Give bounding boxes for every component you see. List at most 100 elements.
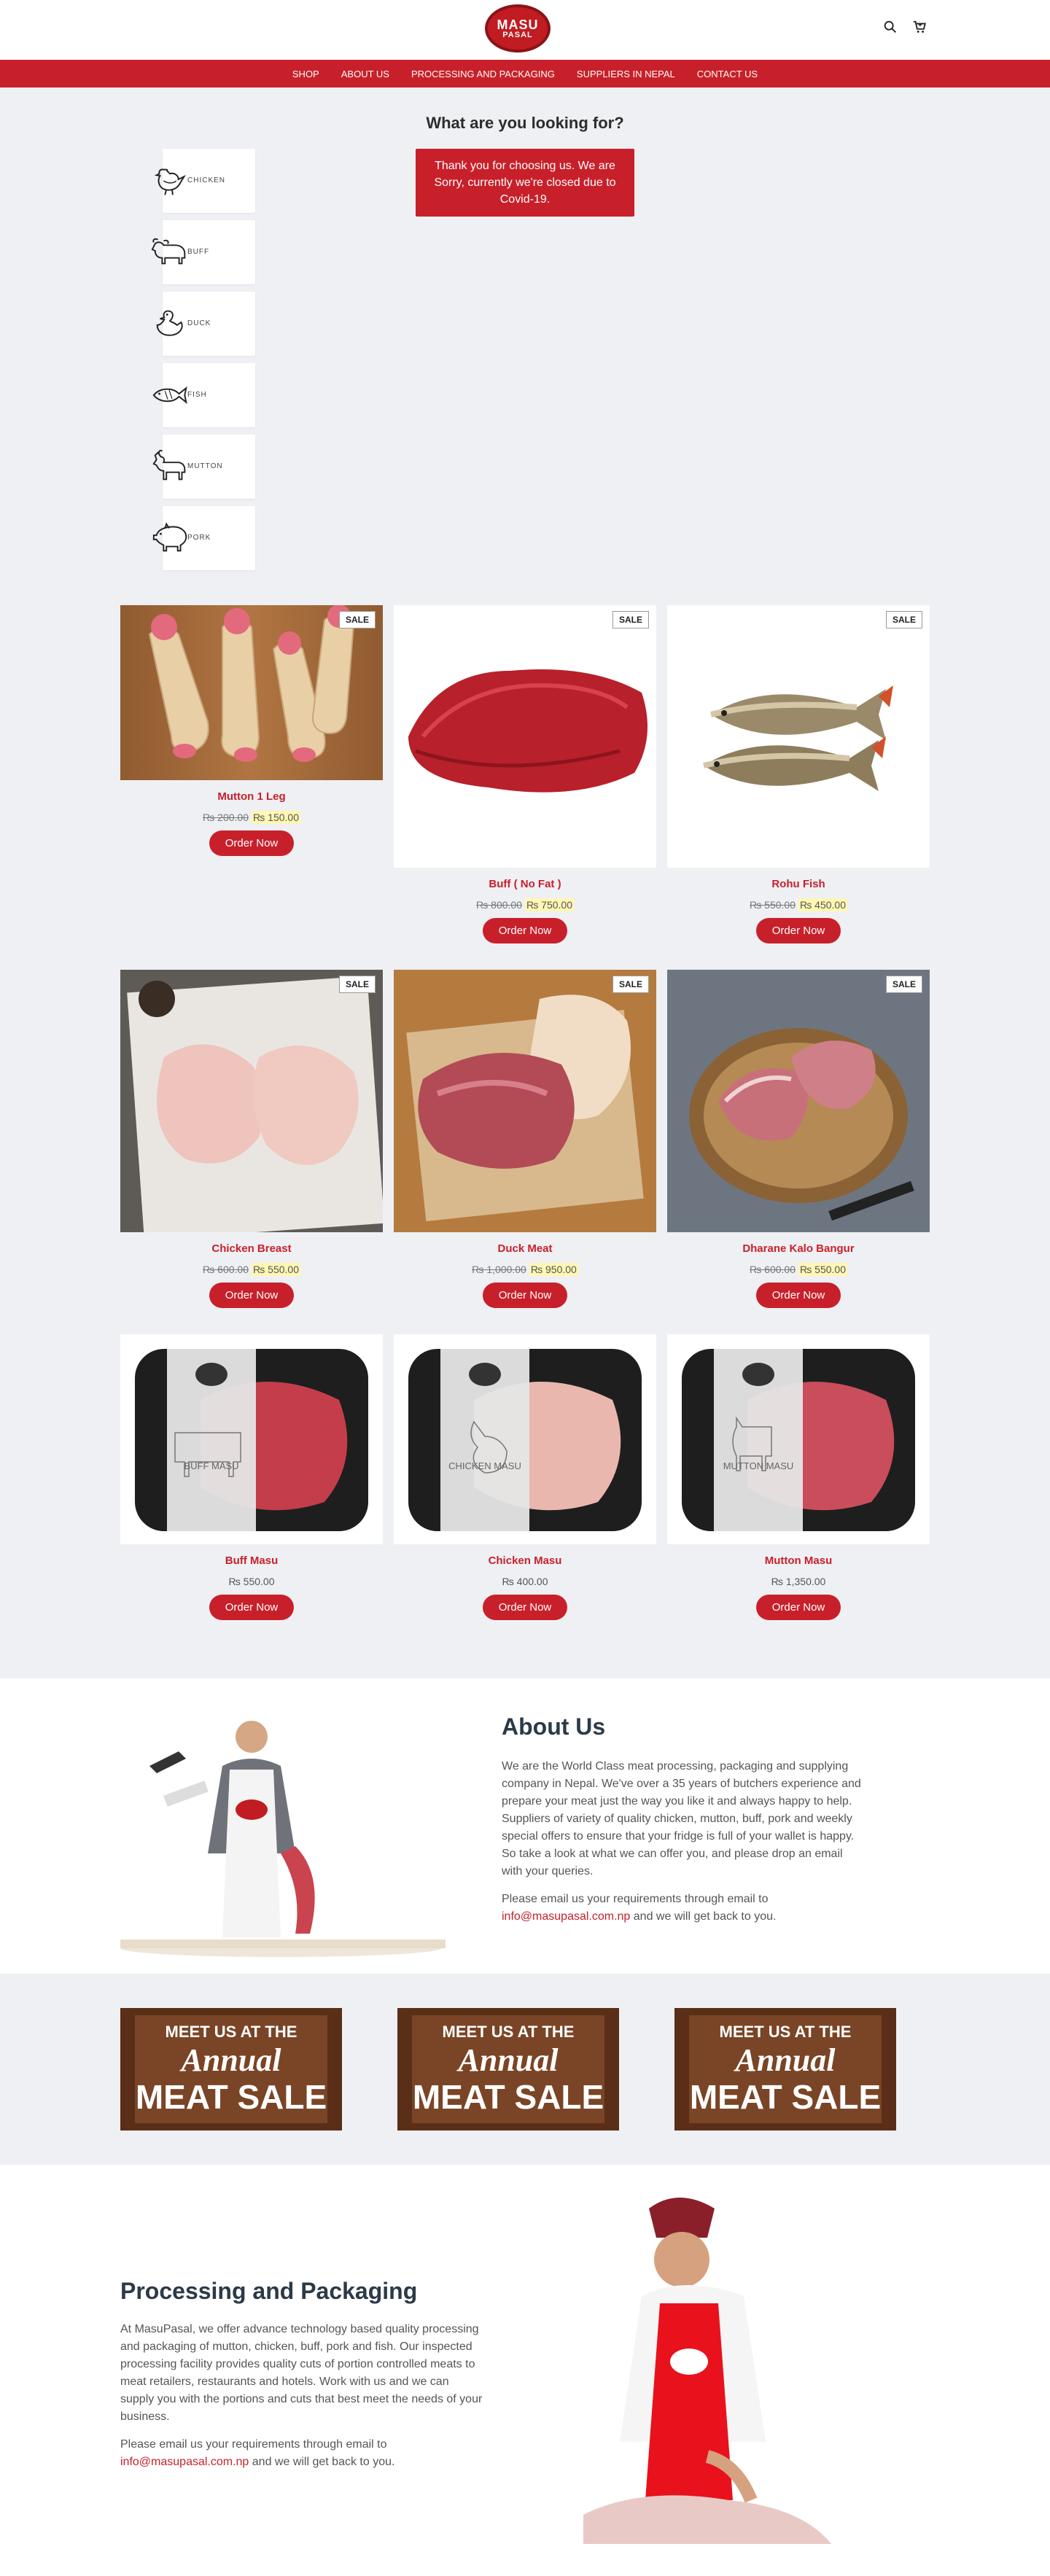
banner-line3: MEAT SALE bbox=[413, 2078, 604, 2116]
processing-email-outro: and we will get back to you. bbox=[252, 2456, 395, 2468]
pig-icon bbox=[152, 522, 187, 552]
order-now-button[interactable]: Order Now bbox=[755, 1595, 841, 1620]
sale-price: ₨ 550.00 bbox=[798, 1263, 848, 1276]
sale-badge: SALE bbox=[338, 611, 376, 629]
pack-label: MUTTON MASU bbox=[723, 1460, 794, 1471]
product-price-value: ₨ 550.00 bbox=[228, 1576, 275, 1587]
fish-icon bbox=[152, 386, 187, 405]
order-now-button[interactable]: Order Now bbox=[482, 1595, 568, 1620]
meat-sale-banner[interactable]: MEET US AT THE Annual MEAT SALE bbox=[120, 2008, 342, 2131]
category-mutton[interactable]: MUTTON bbox=[152, 435, 255, 499]
product-name[interactable]: Duck Meat bbox=[394, 1242, 656, 1255]
product-price-value: ₨ 400.00 bbox=[502, 1576, 548, 1587]
product-name[interactable]: Buff Masu bbox=[120, 1554, 383, 1567]
product-card: SALE Rohu Fish ₨ 550.00 ₨ 450.00 Order No… bbox=[667, 605, 930, 943]
nav-processing-packaging[interactable]: PROCESSING AND PACKAGING bbox=[411, 69, 555, 79]
order-now-button[interactable]: Order Now bbox=[209, 830, 295, 856]
product-name[interactable]: Mutton 1 Leg bbox=[120, 790, 383, 803]
butcher-photo bbox=[540, 2194, 860, 2559]
category-label: CHICKEN bbox=[187, 176, 226, 184]
site-header: MASU PASAL bbox=[0, 0, 1050, 60]
nav-about-us[interactable]: ABOUT US bbox=[341, 69, 389, 79]
product-image[interactable]: SALE bbox=[394, 970, 656, 1232]
buffalo-icon bbox=[151, 238, 186, 265]
processing-email-intro: Please email us your requirements throug… bbox=[120, 2438, 387, 2451]
product-image[interactable]: CHICKEN MASU bbox=[394, 1334, 656, 1544]
banner-line1: MEET US AT THE bbox=[166, 2023, 298, 2041]
meat-sale-banner[interactable]: MEET US AT THE Annual MEAT SALE bbox=[397, 2008, 619, 2131]
product-image[interactable]: MUTTON MASU bbox=[667, 1334, 930, 1544]
main-content: What are you looking for? CHICKEN BUFF D… bbox=[0, 87, 1050, 1678]
product-price: ₨ 200.00 ₨ 150.00 bbox=[120, 811, 383, 824]
product-price-value: ₨ 1,350.00 bbox=[771, 1576, 826, 1587]
nav-shop[interactable]: SHOP bbox=[292, 69, 319, 79]
cart-icon[interactable] bbox=[911, 19, 928, 39]
product-name[interactable]: Rohu Fish bbox=[667, 878, 930, 890]
category-pork[interactable]: PORK bbox=[152, 506, 255, 570]
about-email-link[interactable]: info@masupasal.com.np bbox=[502, 1910, 630, 1923]
meat-sale-banner[interactable]: MEET US AT THE Annual MEAT SALE bbox=[674, 2008, 896, 2131]
pack-label: CHICKEN MASU bbox=[448, 1460, 521, 1471]
old-price: ₨ 550.00 bbox=[749, 899, 796, 911]
category-chicken[interactable]: CHICKEN bbox=[154, 149, 255, 213]
old-price: ₨ 600.00 bbox=[202, 1264, 249, 1275]
product-image[interactable]: SALE bbox=[120, 605, 383, 780]
processing-title: Processing and Packaging bbox=[120, 2278, 418, 2304]
product-card: SALE Duck Meat ₨ 1,000.00 ₨ 950.00 Order … bbox=[394, 970, 656, 1308]
product-name[interactable]: Mutton Masu bbox=[667, 1554, 930, 1567]
product-name[interactable]: Buff ( No Fat ) bbox=[394, 878, 656, 890]
product-card: SALE Dharane Kalo Bangur ₨ 600.00 ₨ 550.0… bbox=[667, 970, 930, 1308]
product-image[interactable]: SALE bbox=[120, 970, 383, 1232]
product-image[interactable]: SALE bbox=[394, 605, 656, 868]
masu-pasal-logo[interactable]: MASU PASAL bbox=[485, 4, 553, 55]
processing-email-link[interactable]: info@masupasal.com.np bbox=[120, 2456, 249, 2468]
nav-suppliers[interactable]: SUPPLIERS IN NEPAL bbox=[577, 69, 675, 79]
product-price: ₨ 400.00 bbox=[394, 1576, 656, 1587]
sale-badge: SALE bbox=[612, 976, 649, 993]
product-card: BUFF MASU Buff Masu ₨ 550.00 Order Now bbox=[120, 1334, 383, 1620]
section-heading: What are you looking for? bbox=[426, 114, 624, 132]
order-now-button[interactable]: Order Now bbox=[209, 1595, 295, 1620]
banner-section: MEET US AT THE Annual MEAT SALE MEET US … bbox=[0, 1974, 1050, 2165]
order-now-button[interactable]: Order Now bbox=[482, 918, 568, 943]
order-now-button[interactable]: Order Now bbox=[755, 1283, 841, 1308]
sale-badge: SALE bbox=[885, 611, 922, 629]
category-duck[interactable]: DUCK bbox=[156, 292, 255, 356]
sale-price: ₨ 450.00 bbox=[798, 898, 848, 911]
product-price: ₨ 600.00 ₨ 550.00 bbox=[667, 1263, 930, 1276]
about-email-outro: and we will get back to you. bbox=[633, 1910, 777, 1923]
banner-line2: Annual bbox=[734, 2042, 836, 2078]
product-name[interactable]: Dharane Kalo Bangur bbox=[667, 1242, 930, 1255]
about-email-intro: Please email us your requirements throug… bbox=[502, 1893, 769, 1905]
category-buff[interactable]: BUFF bbox=[151, 220, 255, 284]
search-icon[interactable] bbox=[882, 19, 898, 39]
category-label: BUFF bbox=[187, 248, 210, 256]
order-now-button[interactable]: Order Now bbox=[209, 1283, 295, 1308]
nav-contact-us[interactable]: CONTACT US bbox=[697, 69, 758, 79]
category-label: PORK bbox=[187, 534, 211, 542]
product-price: ₨ 600.00 ₨ 550.00 bbox=[120, 1263, 383, 1276]
pack-label: BUFF MASU bbox=[184, 1460, 238, 1471]
product-name[interactable]: Chicken Breast bbox=[120, 1242, 383, 1255]
category-label: MUTTON bbox=[187, 462, 223, 470]
product-image[interactable]: SALE bbox=[667, 605, 930, 868]
covid-notice: Thank you for choosing us. We are Sorry,… bbox=[416, 149, 634, 217]
sale-price: ₨ 950.00 bbox=[529, 1263, 578, 1276]
product-card: CHICKEN MASU Chicken Masu ₨ 400.00 Order… bbox=[394, 1334, 656, 1620]
old-price: ₨ 1,000.00 bbox=[472, 1264, 526, 1275]
banner-line2: Annual bbox=[456, 2042, 559, 2078]
product-image[interactable]: SALE bbox=[667, 970, 930, 1232]
product-price: ₨ 550.00 ₨ 450.00 bbox=[667, 898, 930, 911]
butcher-photo bbox=[120, 1715, 446, 1959]
product-card: SALE Chicken Breast ₨ 600.00 ₨ 550.00 Ord… bbox=[120, 970, 383, 1308]
product-name[interactable]: Chicken Masu bbox=[394, 1554, 656, 1567]
order-now-button[interactable]: Order Now bbox=[755, 918, 841, 943]
category-fish[interactable]: FISH bbox=[152, 363, 255, 427]
product-image[interactable]: BUFF MASU bbox=[120, 1334, 383, 1544]
banner-line3: MEAT SALE bbox=[690, 2078, 881, 2116]
order-now-button[interactable]: Order Now bbox=[482, 1283, 568, 1308]
sale-price: ₨ 150.00 bbox=[252, 811, 301, 824]
product-card: SALE Buff ( No Fat ) ₨ 800.00 ₨ 750.00 Or… bbox=[394, 605, 656, 943]
goat-icon bbox=[152, 449, 186, 480]
old-price: ₨ 600.00 bbox=[749, 1264, 796, 1275]
